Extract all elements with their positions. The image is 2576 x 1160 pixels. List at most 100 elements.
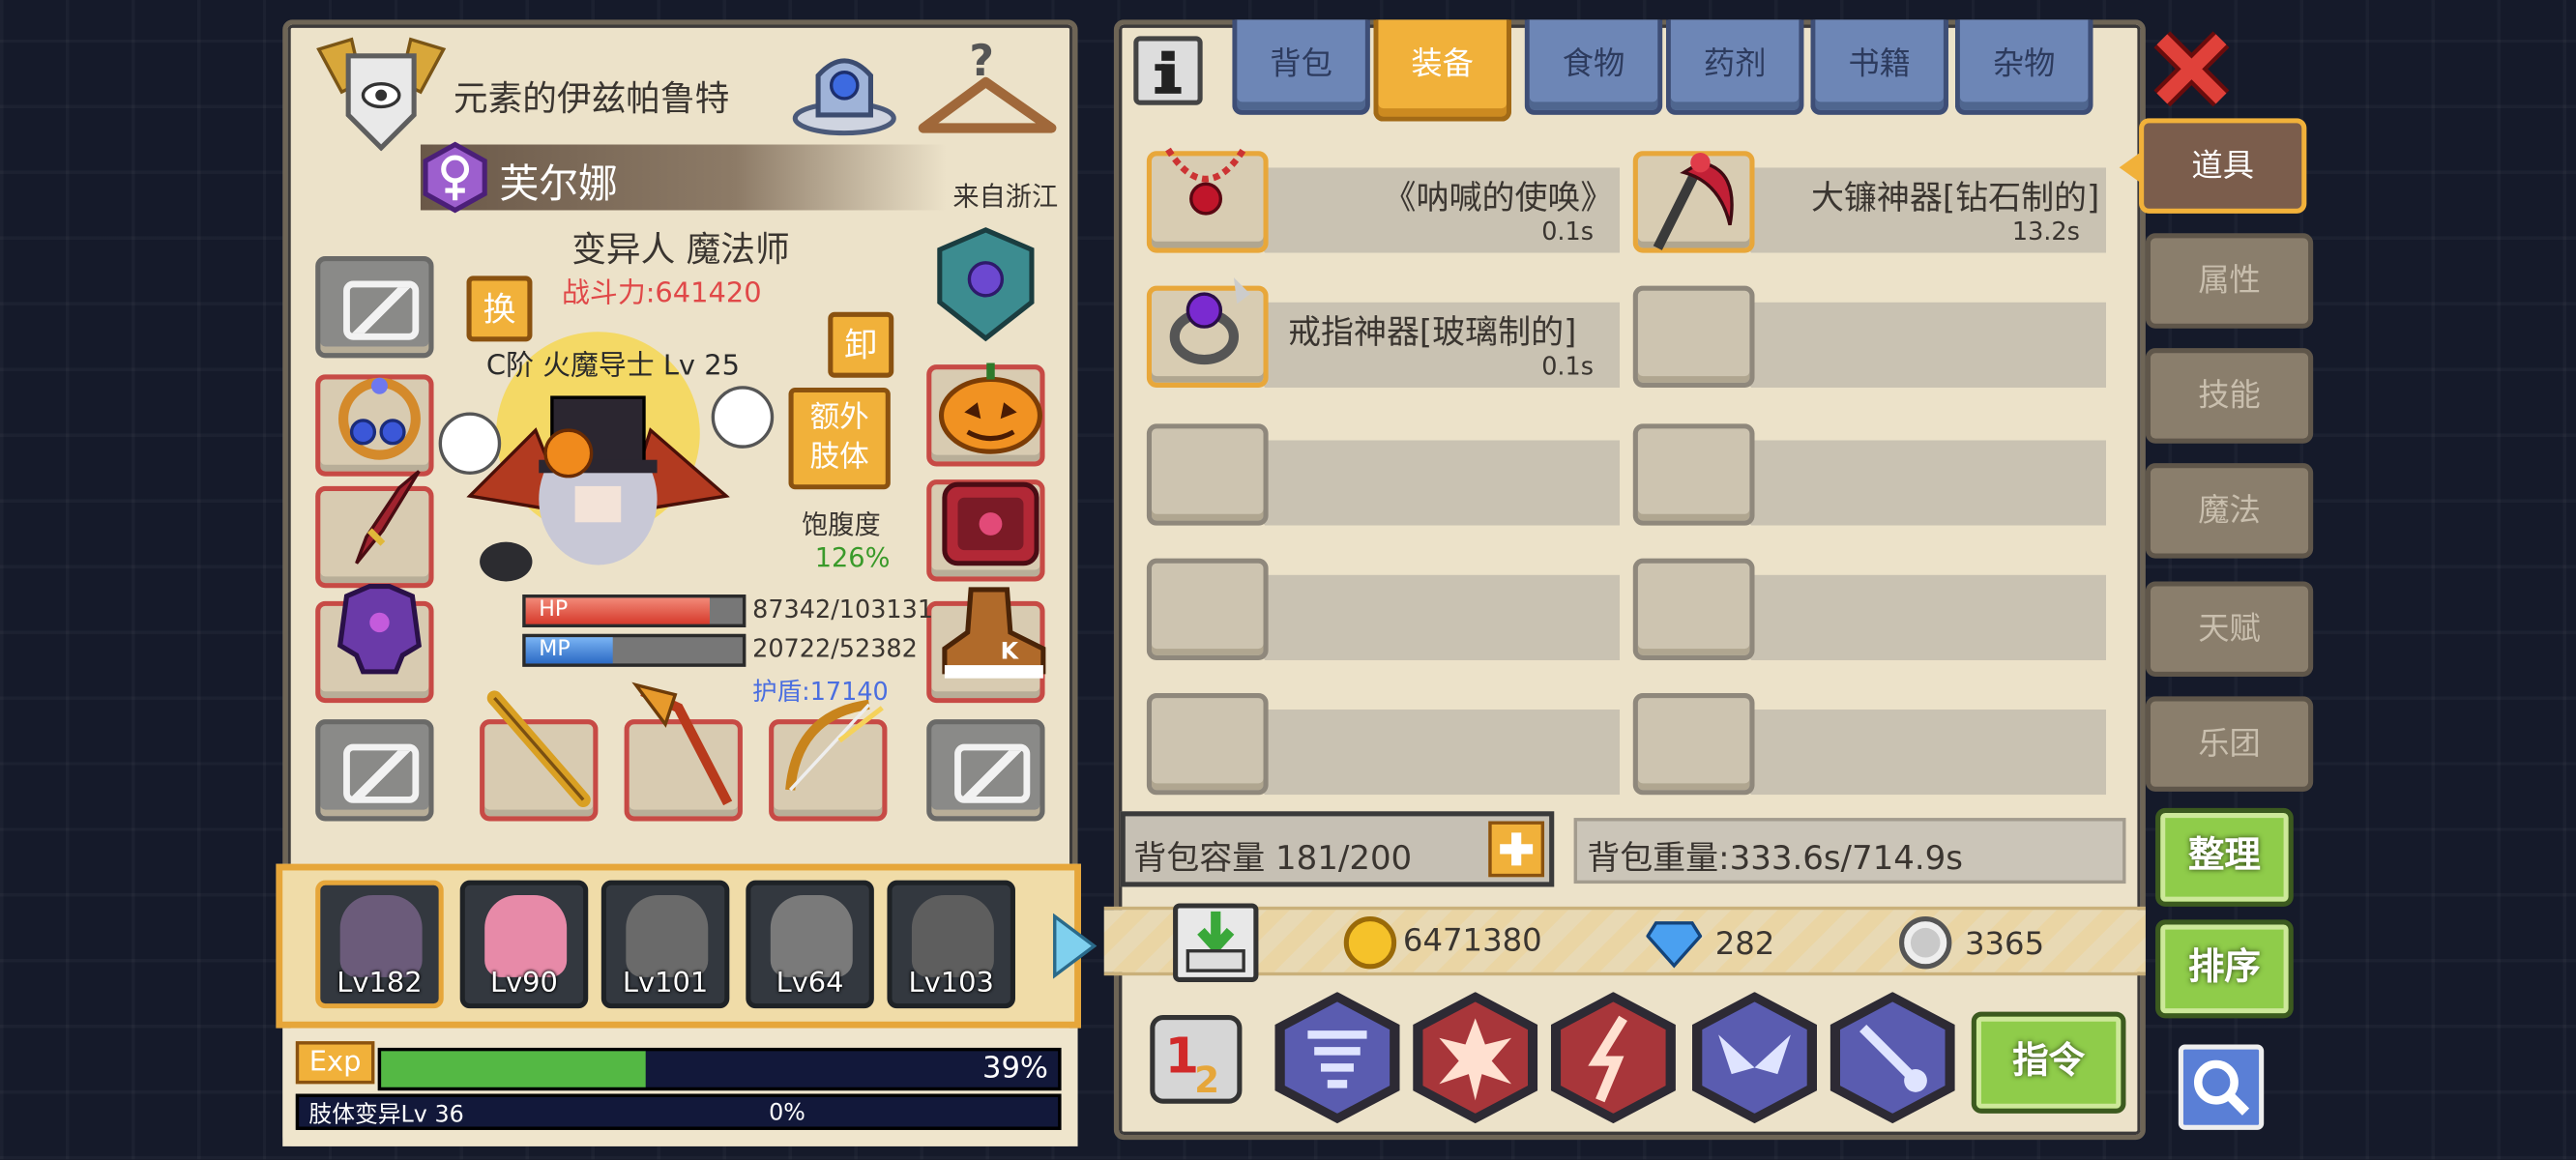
pumpkin-icon (938, 362, 1043, 454)
item-slot-5[interactable] (1632, 423, 1755, 526)
character-title: 元素的伊兹帕鲁特 (453, 78, 730, 119)
sort-button[interactable]: 整理 (2155, 807, 2294, 907)
equip-slot-boots[interactable]: K (926, 587, 1046, 704)
power-label: 战斗力:641420 (562, 277, 762, 311)
exp-bar-fill (381, 1051, 646, 1088)
search-button[interactable] (2178, 1044, 2265, 1130)
side-tab-4[interactable]: 天赋 (2145, 581, 2314, 677)
tab-5[interactable]: 杂物 (1954, 19, 2093, 115)
explosion-icon (1439, 1018, 1512, 1101)
spear-icon (631, 682, 733, 806)
side-tab-2[interactable]: 技能 (2145, 348, 2314, 444)
satiety-label: 饱腹度 (802, 508, 881, 540)
party-avatar (339, 894, 423, 977)
diamond-amount: 282 (1714, 926, 1775, 963)
character-name: 芙尔娜 (499, 160, 618, 208)
party-avatar (911, 894, 994, 977)
party-next-arrow[interactable] (1048, 913, 1098, 979)
item-slot-7[interactable] (1632, 558, 1755, 660)
extra-limb-button[interactable]: 额外 肢体 (788, 387, 891, 490)
side-tab-5[interactable]: 乐团 (2145, 696, 2314, 792)
item-slot-2[interactable] (1146, 277, 1269, 388)
skill-set-icon: 12 (1165, 1028, 1220, 1100)
equip-slot-empty-2[interactable] (315, 719, 434, 822)
title-emblem-icon (312, 33, 451, 152)
item-slot-4[interactable] (1146, 423, 1269, 526)
gold-coin-icon (1343, 916, 1397, 970)
item-row-3[interactable] (1731, 302, 2107, 388)
plus-icon (1500, 832, 1534, 866)
equip-slot-bow[interactable] (769, 699, 888, 822)
side-tab-3[interactable]: 魔法 (2145, 463, 2314, 559)
party-level: Lv64 (776, 967, 844, 1000)
side-tab-1[interactable]: 属性 (2145, 233, 2314, 329)
item-slot-3[interactable] (1632, 285, 1755, 388)
expand-bag-button[interactable] (1488, 821, 1545, 878)
equip-slot-head[interactable] (926, 362, 1045, 467)
item-weight-2: 0.1s (1541, 351, 1595, 382)
party-member-3[interactable]: Lv64 (746, 880, 874, 1009)
party-level: Lv101 (622, 967, 709, 1000)
tab-4[interactable]: 书籍 (1810, 19, 1948, 115)
party-member-1[interactable]: Lv90 (459, 880, 589, 1009)
svg-text:?: ? (969, 37, 994, 86)
download-button[interactable] (1173, 903, 1259, 982)
party-member-2[interactable]: Lv101 (600, 880, 730, 1009)
bow-icon (785, 699, 884, 792)
party-avatar (770, 894, 853, 977)
tab-2[interactable]: 食物 (1524, 19, 1663, 115)
skill-set-switch-button[interactable]: 12 (1150, 1014, 1243, 1104)
wings-icon (1718, 1034, 1791, 1075)
item-row-8[interactable] (1244, 709, 1621, 796)
active-tab-arrow (2119, 151, 2143, 185)
hanger-icon[interactable]: ? (914, 36, 1062, 141)
item-name-2: 戒指神器[玻璃制的] (1288, 311, 1577, 352)
party-level: Lv182 (337, 967, 423, 1000)
equip-slot-armor[interactable] (315, 583, 434, 704)
party-member-4[interactable]: Lv103 (887, 880, 1015, 1009)
equip-slot-chest[interactable] (926, 479, 1045, 582)
party-member-0[interactable]: Lv182 (315, 880, 444, 1009)
hp-bar: HP (522, 594, 746, 628)
info-button[interactable] (1133, 36, 1203, 105)
portal-icon[interactable] (789, 36, 901, 137)
bag-capacity: 背包容量 181/200 (1133, 837, 1413, 878)
tab-3[interactable]: 药剂 (1665, 19, 1804, 115)
equip-slot-spear[interactable] (624, 682, 743, 822)
silver-coin-icon (1899, 916, 1952, 970)
item-slot-9[interactable] (1632, 692, 1755, 796)
item-row-6[interactable] (1244, 574, 1621, 660)
item-row-9[interactable] (1731, 709, 2107, 796)
party-level: Lv103 (908, 967, 994, 1000)
svg-text:2: 2 (1194, 1058, 1219, 1099)
mp-label: MP (539, 637, 571, 662)
equip-slot-staff[interactable] (480, 690, 599, 822)
lightning-icon (1588, 1015, 1627, 1103)
item-slot-0[interactable] (1146, 147, 1269, 253)
unequip-button[interactable]: 卸 (828, 311, 894, 378)
staff-icon (486, 690, 591, 808)
shield-gem-icon (930, 226, 1042, 342)
limb-exp-label: 肢体变异Lv 36 (308, 1102, 464, 1129)
item-row-5[interactable] (1731, 440, 2107, 526)
tab-0[interactable]: 背包 (1232, 19, 1370, 115)
close-button[interactable] (2152, 30, 2232, 109)
female-icon (421, 141, 489, 214)
command-button[interactable]: 指令 (1971, 1011, 2126, 1114)
item-weight-0: 0.1s (1541, 217, 1595, 246)
equip-slot-necklace[interactable] (315, 374, 434, 477)
order-button[interactable]: 排序 (2155, 919, 2294, 1019)
item-slot-6[interactable] (1146, 558, 1269, 660)
hp-label: HP (539, 597, 569, 623)
equip-slot-empty-3[interactable] (926, 719, 1045, 822)
tab-1[interactable]: 装备 (1373, 19, 1512, 122)
item-row-7[interactable] (1731, 574, 2107, 660)
origin-label: 来自浙江 (952, 180, 1059, 213)
exp-label: Exp (295, 1041, 375, 1085)
close-icon (2153, 31, 2230, 107)
item-slot-8[interactable] (1146, 692, 1269, 796)
item-row-4[interactable] (1244, 440, 1621, 526)
side-tab-0[interactable]: 道具 (2139, 118, 2307, 214)
comet-icon (1859, 1024, 1927, 1092)
item-slot-1[interactable] (1632, 151, 1755, 253)
